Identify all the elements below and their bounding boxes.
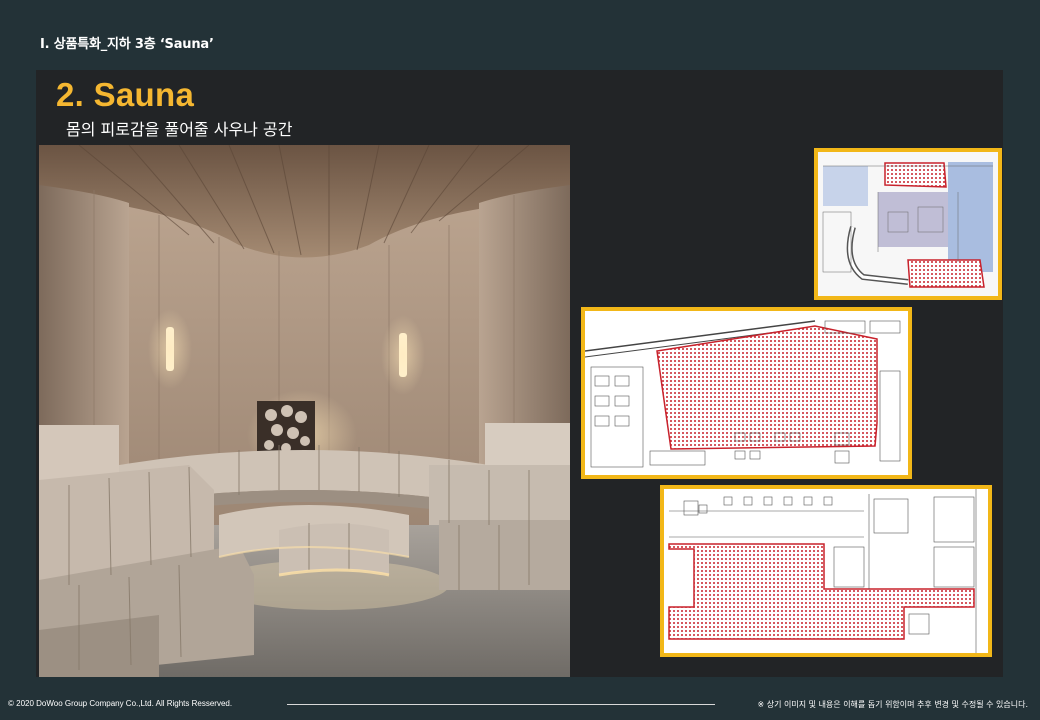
- sauna-interior-photo: [39, 145, 570, 677]
- page-header-title: Ⅰ. 상품특화_지하 3층 ‘Sauna’: [40, 37, 214, 52]
- floor-plan-sauna-upper: [581, 307, 912, 479]
- footer-copyright: © 2020 DoWoo Group Company Co.,Ltd. All …: [8, 699, 233, 708]
- footer-divider: [287, 704, 715, 705]
- section-subtitle: 몸의 피로감을 풀어줄 사우나 공간: [66, 120, 293, 139]
- floor-plan-overview: [814, 148, 1002, 300]
- floor-plan-sauna-lower: [660, 485, 992, 657]
- footer-disclaimer: ※ 상기 이미지 및 내용은 이해를 돕기 위함이며 추후 변경 및 수정될 수…: [757, 700, 1028, 709]
- section-title: 2. Sauna: [56, 76, 195, 113]
